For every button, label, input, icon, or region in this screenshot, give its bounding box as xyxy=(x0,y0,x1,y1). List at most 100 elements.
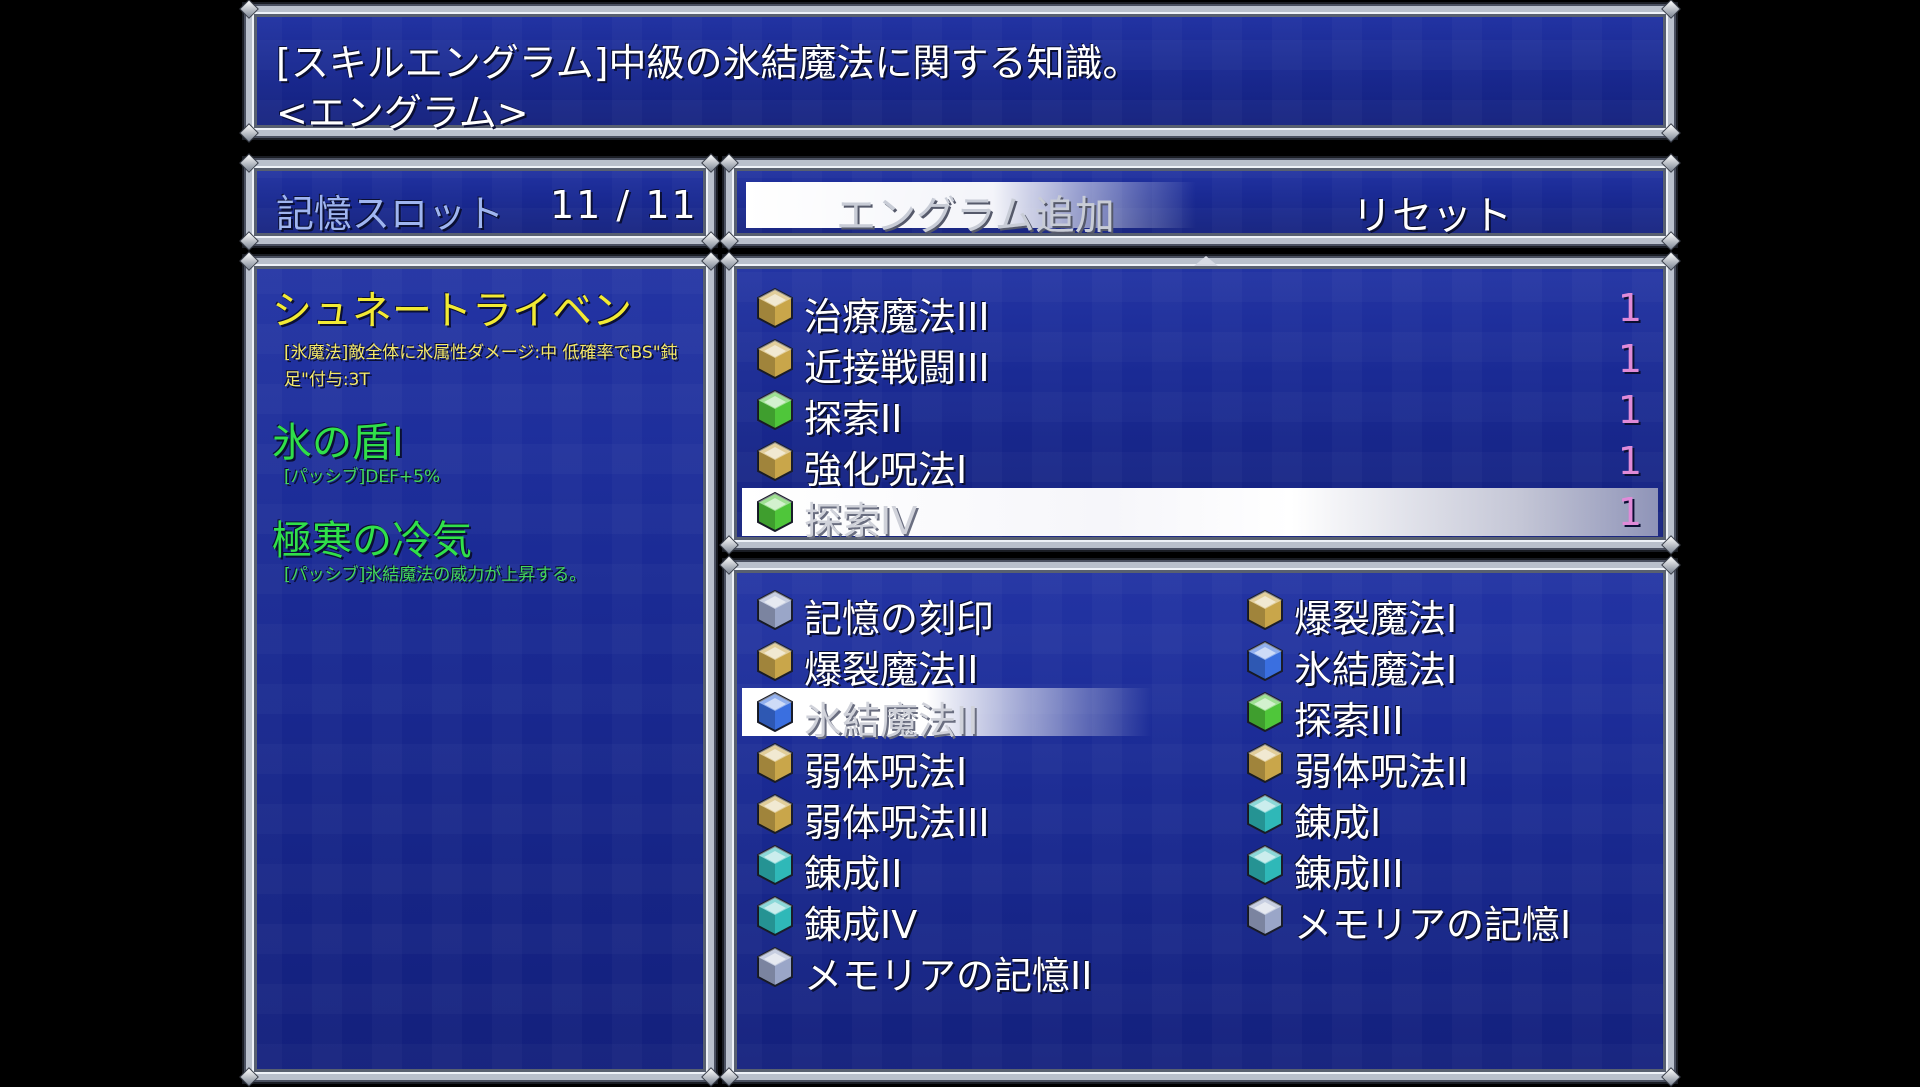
equipped-engram-row[interactable]: 探索II 1 xyxy=(742,386,1658,441)
gold-gem-icon xyxy=(756,794,794,834)
blue-gem-icon xyxy=(756,692,794,732)
engram-label: 錬成II xyxy=(804,852,903,896)
available-engram-row[interactable]: 爆裂魔法II xyxy=(742,637,1152,692)
equipped-engram-row[interactable]: 治療魔法III 1 xyxy=(742,284,1658,339)
corner-bolt xyxy=(1661,123,1681,143)
corner-bolt xyxy=(719,231,739,251)
corner-bolt xyxy=(719,153,739,173)
available-engram-row[interactable]: 錬成I xyxy=(1232,790,1642,845)
passive-description: [パッシブ]氷結魔法の威力が上昇する。 xyxy=(284,565,587,585)
green-gem-icon xyxy=(756,390,794,430)
passive-name: 極寒の冷気 xyxy=(272,518,472,564)
available-engram-row[interactable]: 探索III xyxy=(1232,688,1642,743)
available-engram-row[interactable]: メモリアの記憶I xyxy=(1232,892,1642,947)
scroll-up-arrow-icon[interactable] xyxy=(1194,256,1218,266)
add-engram-button[interactable]: エングラム追加 xyxy=(836,183,1115,241)
corner-bolt xyxy=(701,1067,721,1087)
memory-slot-window: 記憶スロット 11 / 11 xyxy=(239,153,721,251)
corner-bolt xyxy=(719,555,739,575)
passive-description: [パッシブ]DEF+5% xyxy=(284,467,441,487)
reset-button[interactable]: リセット xyxy=(1352,183,1512,241)
equipped-engram-row[interactable]: 探索IV 1 xyxy=(742,488,1658,543)
available-engram-row[interactable]: 錬成II xyxy=(742,841,1152,896)
gold-gem-icon xyxy=(1246,590,1284,630)
available-engram-row[interactable]: 弱体呪法I xyxy=(742,739,1152,794)
engram-count: 1 xyxy=(1617,286,1642,330)
engram-label: 氷結魔法I xyxy=(1294,648,1458,692)
corner-bolt xyxy=(239,251,259,271)
engram-label: メモリアの記憶I xyxy=(1294,903,1572,947)
available-engram-list: 記憶の刻印 爆裂魔法I 爆裂魔法II 氷結魔法I 氷結魔法II 探索III 弱体呪法I 弱体呪… xyxy=(719,555,1681,1087)
corner-bolt xyxy=(239,1067,259,1087)
corner-bolt xyxy=(239,123,259,143)
description-text: [スキルエングラム]中級の氷結魔法に関する知識。 xyxy=(276,41,1141,85)
skill-name: シュネートライベン xyxy=(272,288,632,334)
gold-gem-icon xyxy=(756,441,794,481)
available-engram-row[interactable]: 氷結魔法II xyxy=(742,688,1152,743)
gold-gem-icon xyxy=(756,641,794,681)
engram-count: 1 xyxy=(1617,388,1642,432)
engram-label: 弱体呪法II xyxy=(1294,750,1469,794)
corner-bolt xyxy=(701,153,721,173)
available-engram-row[interactable]: 弱体呪法II xyxy=(1232,739,1642,794)
available-engram-row[interactable]: 錬成IV xyxy=(742,892,1152,947)
corner-bolt xyxy=(1661,1067,1681,1087)
available-engram-row[interactable]: 爆裂魔法I xyxy=(1232,586,1642,641)
available-engram-row[interactable]: 記憶の刻印 xyxy=(742,586,1152,641)
engram-label: 治療魔法III xyxy=(804,295,990,339)
engram-label: 記憶の刻印 xyxy=(804,597,995,641)
passive-name: 氷の盾I xyxy=(272,420,404,466)
engram-label: 錬成IV xyxy=(804,903,918,947)
engram-count: 1 xyxy=(1617,490,1642,534)
corner-bolt xyxy=(239,153,259,173)
memory-slot-count: 11 / 11 xyxy=(550,183,698,227)
corner-bolt xyxy=(719,1067,739,1087)
corner-bolt xyxy=(1661,251,1681,271)
engram-label: 強化呪法I xyxy=(804,448,968,492)
engram-label: 爆裂魔法II xyxy=(804,648,979,692)
available-engram-row[interactable]: 弱体呪法III xyxy=(742,790,1152,845)
green-gem-icon xyxy=(1246,692,1284,732)
engram-label: 弱体呪法I xyxy=(804,750,968,794)
corner-bolt xyxy=(239,231,259,251)
engram-label: 探索III xyxy=(1294,699,1404,743)
teal-gem-icon xyxy=(756,896,794,936)
green-gem-icon xyxy=(756,492,794,532)
memory-slot-label: 記憶スロット xyxy=(276,192,505,236)
engram-label: 爆裂魔法I xyxy=(1294,597,1458,641)
corner-bolt xyxy=(1661,0,1681,19)
corner-bolt xyxy=(719,535,739,555)
silver-gem-icon xyxy=(1246,896,1284,936)
equipped-engram-row[interactable]: 近接戦闘III 1 xyxy=(742,335,1658,390)
silver-gem-icon xyxy=(756,590,794,630)
engram-label: 氷結魔法II xyxy=(804,699,979,743)
gold-gem-icon xyxy=(756,743,794,783)
blue-gem-icon xyxy=(1246,641,1284,681)
equipped-engram-list: 治療魔法III 1 近接戦闘III 1 探索II 1 強化呪法I 1 探索IV 1 xyxy=(719,251,1681,555)
corner-bolt xyxy=(719,251,739,271)
gold-gem-icon xyxy=(756,288,794,328)
engram-label: 探索IV xyxy=(804,499,918,543)
engram-label: メモリアの記憶II xyxy=(804,954,1093,998)
equipped-engram-row[interactable]: 強化呪法I 1 xyxy=(742,437,1658,492)
available-engram-row[interactable]: 錬成III xyxy=(1232,841,1642,896)
teal-gem-icon xyxy=(756,845,794,885)
engram-label: 探索II xyxy=(804,397,903,441)
engram-label: 錬成III xyxy=(1294,852,1404,896)
available-engram-row[interactable]: 氷結魔法I xyxy=(1232,637,1642,692)
gold-gem-icon xyxy=(1246,743,1284,783)
corner-bolt xyxy=(1661,153,1681,173)
skill-description: [氷魔法]敵全体に氷属性ダメージ:中 低確率でBS"鈍足"付与:3T xyxy=(284,343,678,390)
corner-bolt xyxy=(701,251,721,271)
corner-bolt xyxy=(1661,535,1681,555)
engram-label: 近接戦闘III xyxy=(804,346,990,390)
engram-label: 錬成I xyxy=(1294,801,1382,845)
silver-gem-icon xyxy=(756,947,794,987)
command-window: エングラム追加 リセット xyxy=(719,153,1681,251)
description-category: <エングラム> xyxy=(276,91,529,135)
engram-count: 1 xyxy=(1617,337,1642,381)
description-window: [スキルエングラム]中級の氷結魔法に関する知識。 <エングラム> xyxy=(239,0,1681,143)
corner-bolt xyxy=(1661,555,1681,575)
gold-gem-icon xyxy=(756,339,794,379)
available-engram-row[interactable]: メモリアの記憶II xyxy=(742,943,1152,998)
